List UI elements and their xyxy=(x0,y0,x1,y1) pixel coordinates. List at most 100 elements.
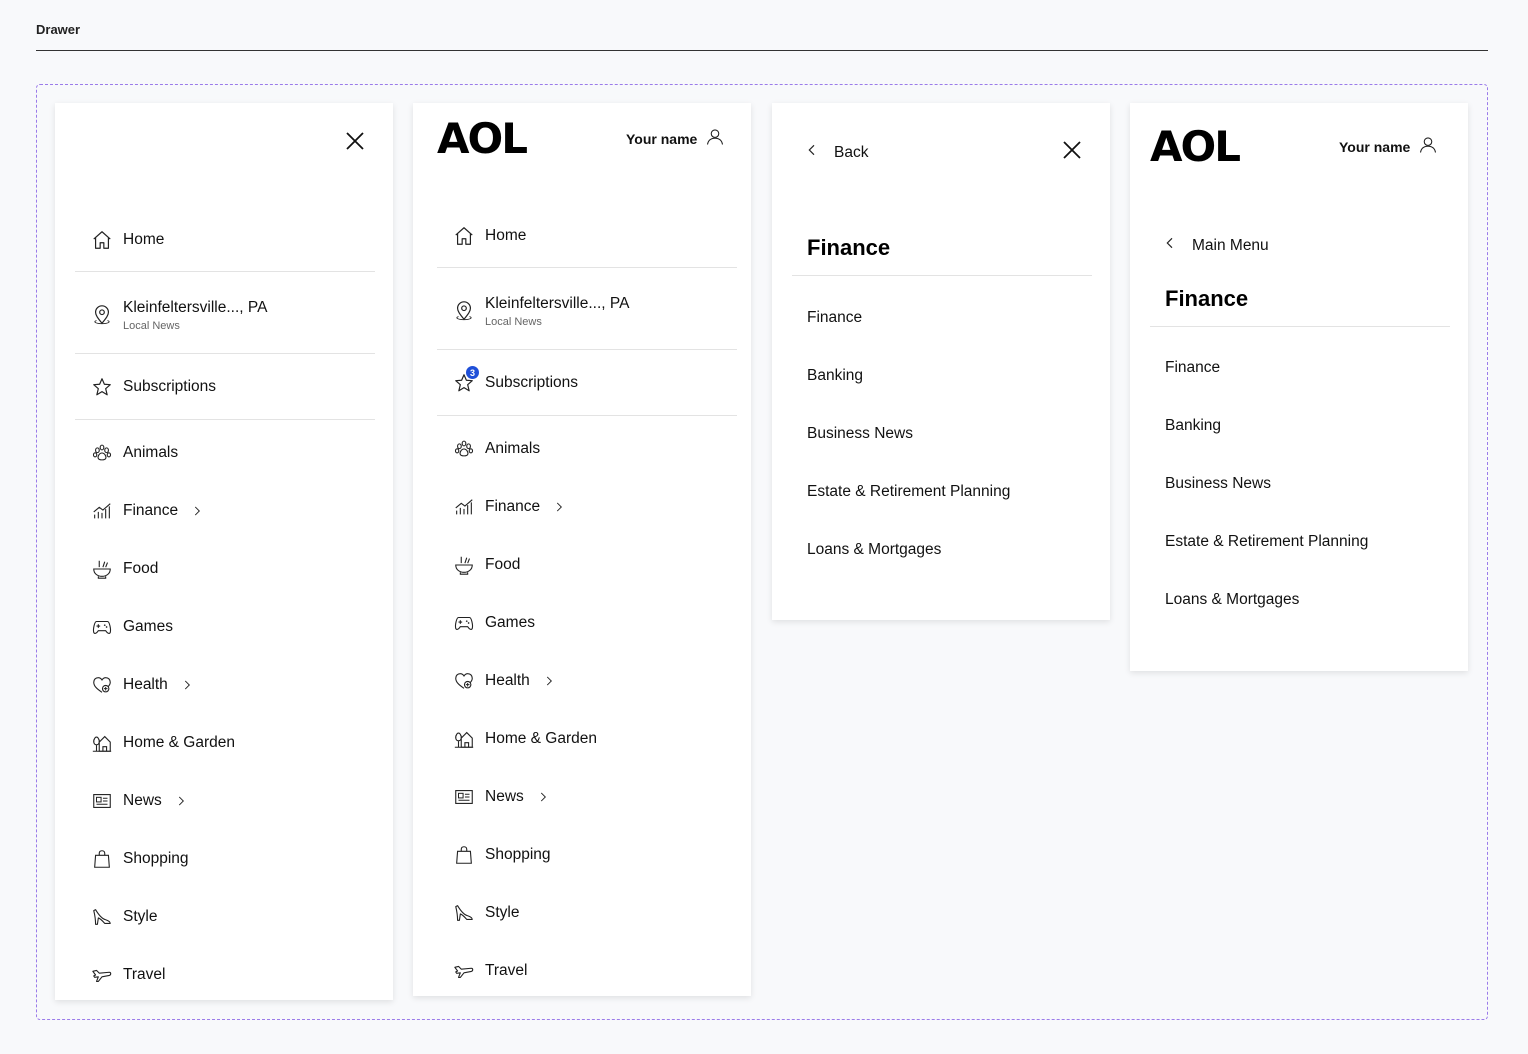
nav-item-home-garden[interactable]: Home & Garden xyxy=(91,728,373,758)
nav-label: Home & Garden xyxy=(485,730,597,747)
main-menu-label: Main Menu xyxy=(1192,236,1269,254)
nav-item-home[interactable]: Home xyxy=(453,221,731,251)
star-icon: 3 xyxy=(453,366,479,394)
gamepad-icon xyxy=(453,612,475,634)
close-icon[interactable] xyxy=(1060,138,1084,162)
chart-icon xyxy=(91,500,113,522)
nav-item-health[interactable]: Health xyxy=(91,670,373,700)
back-button[interactable]: Back xyxy=(804,141,868,164)
nav-label: Shopping xyxy=(123,850,189,867)
nav-item-health[interactable]: Health xyxy=(453,666,731,696)
heart-plus-icon xyxy=(453,670,475,692)
drawer-panel-1: Home Kleinfeltersville..., PA Local News … xyxy=(55,103,393,1000)
aol-logo[interactable]: AOL xyxy=(437,118,528,160)
bowl-icon xyxy=(91,558,113,580)
nav-item-food[interactable]: Food xyxy=(91,554,373,584)
nav-item-shopping[interactable]: Shopping xyxy=(453,840,731,870)
submenu-item[interactable]: Finance xyxy=(1165,359,1220,377)
nav-item-finance[interactable]: Finance xyxy=(453,492,731,522)
divider xyxy=(437,415,737,416)
nav-item-style[interactable]: Style xyxy=(453,898,731,928)
user-account[interactable]: Your name xyxy=(626,127,725,150)
chevron-right-icon xyxy=(542,674,556,688)
divider xyxy=(75,419,375,420)
nav-label: Health xyxy=(485,672,530,689)
star-icon xyxy=(91,376,113,398)
nav-label: Travel xyxy=(123,966,166,983)
nav-item-games[interactable]: Games xyxy=(91,612,373,642)
submenu-item[interactable]: Loans & Mortgages xyxy=(1165,591,1299,609)
user-account[interactable]: Your name xyxy=(1339,135,1438,158)
nav-item-shopping[interactable]: Shopping xyxy=(91,844,373,874)
submenu-item[interactable]: Loans & Mortgages xyxy=(807,541,941,559)
submenu-item[interactable]: Finance xyxy=(807,309,862,327)
nav-item-animals[interactable]: Animals xyxy=(91,438,373,468)
nav-label: Subscriptions xyxy=(123,378,217,395)
submenu-panel-1: Back Finance Finance Banking Business Ne… xyxy=(772,103,1110,620)
submenu-title: Finance xyxy=(807,235,891,260)
notification-badge: 3 xyxy=(466,366,479,379)
close-icon[interactable] xyxy=(343,129,367,153)
submenu-item[interactable]: Business News xyxy=(1165,475,1271,493)
submenu-title: Finance xyxy=(1165,286,1249,311)
nav-item-finance[interactable]: Finance xyxy=(91,496,373,526)
nav-item-subscriptions[interactable]: 3 Subscriptions xyxy=(453,366,731,398)
nav-label: Animals xyxy=(123,444,179,461)
nav-label: News xyxy=(123,792,162,809)
nav-label: Subscriptions xyxy=(485,374,579,391)
newspaper-icon xyxy=(453,786,475,808)
home-icon xyxy=(91,229,113,251)
heart-plus-icon xyxy=(91,674,113,696)
chevron-right-icon xyxy=(536,790,550,804)
divider xyxy=(792,275,1092,276)
nav-label: Shopping xyxy=(485,846,551,863)
location-pin-icon xyxy=(453,300,475,322)
nav-label: Food xyxy=(485,556,521,573)
nav-item-home-garden[interactable]: Home & Garden xyxy=(453,724,731,754)
nav-item-news[interactable]: News xyxy=(453,782,731,812)
location-pin-icon xyxy=(91,304,113,326)
divider xyxy=(437,267,737,268)
paw-icon xyxy=(91,442,113,464)
submenu-item[interactable]: Banking xyxy=(807,367,863,385)
submenu-item[interactable]: Business News xyxy=(807,425,913,443)
submenu-item[interactable]: Banking xyxy=(1165,417,1221,435)
nav-label: Home xyxy=(123,231,165,248)
nav-item-location[interactable]: Kleinfeltersville..., PA Local News xyxy=(91,297,373,333)
title-divider xyxy=(36,50,1488,51)
location-label: Kleinfeltersville..., PA xyxy=(123,298,268,316)
aol-logo[interactable]: AOL xyxy=(1150,126,1241,168)
nav-item-animals[interactable]: Animals xyxy=(453,434,731,464)
paw-icon xyxy=(453,438,475,460)
divider xyxy=(437,349,737,350)
nav-label: Animals xyxy=(485,440,541,457)
nav-item-home[interactable]: Home xyxy=(91,225,373,255)
main-menu-button[interactable]: Main Menu xyxy=(1162,234,1269,257)
nav-item-location[interactable]: Kleinfeltersville..., PA Local News xyxy=(453,293,731,329)
nav-label: Games xyxy=(123,618,173,635)
nav-label: Home xyxy=(485,227,527,244)
chevron-right-icon xyxy=(174,794,188,808)
nav-item-travel[interactable]: Travel xyxy=(453,956,731,986)
chart-icon xyxy=(453,496,475,518)
nav-label: Food xyxy=(123,560,159,577)
nav-item-travel[interactable]: Travel xyxy=(91,960,373,990)
nav-item-games[interactable]: Games xyxy=(453,608,731,638)
divider xyxy=(1150,326,1450,327)
gamepad-icon xyxy=(91,616,113,638)
nav-item-style[interactable]: Style xyxy=(91,902,373,932)
nav-item-subscriptions[interactable]: Subscriptions xyxy=(91,372,373,402)
divider xyxy=(75,353,375,354)
nav-item-news[interactable]: News xyxy=(91,786,373,816)
nav-item-food[interactable]: Food xyxy=(453,550,731,580)
bowl-icon xyxy=(453,554,475,576)
user-icon xyxy=(705,127,725,150)
location-sublabel: Local News xyxy=(485,315,542,328)
submenu-item[interactable]: Estate & Retirement Planning xyxy=(1165,533,1368,551)
page-title: Drawer xyxy=(36,22,81,37)
divider xyxy=(75,271,375,272)
house-tree-icon xyxy=(453,728,475,750)
user-name: Your name xyxy=(1339,138,1411,155)
plane-icon xyxy=(453,960,475,982)
submenu-item[interactable]: Estate & Retirement Planning xyxy=(807,483,1010,501)
